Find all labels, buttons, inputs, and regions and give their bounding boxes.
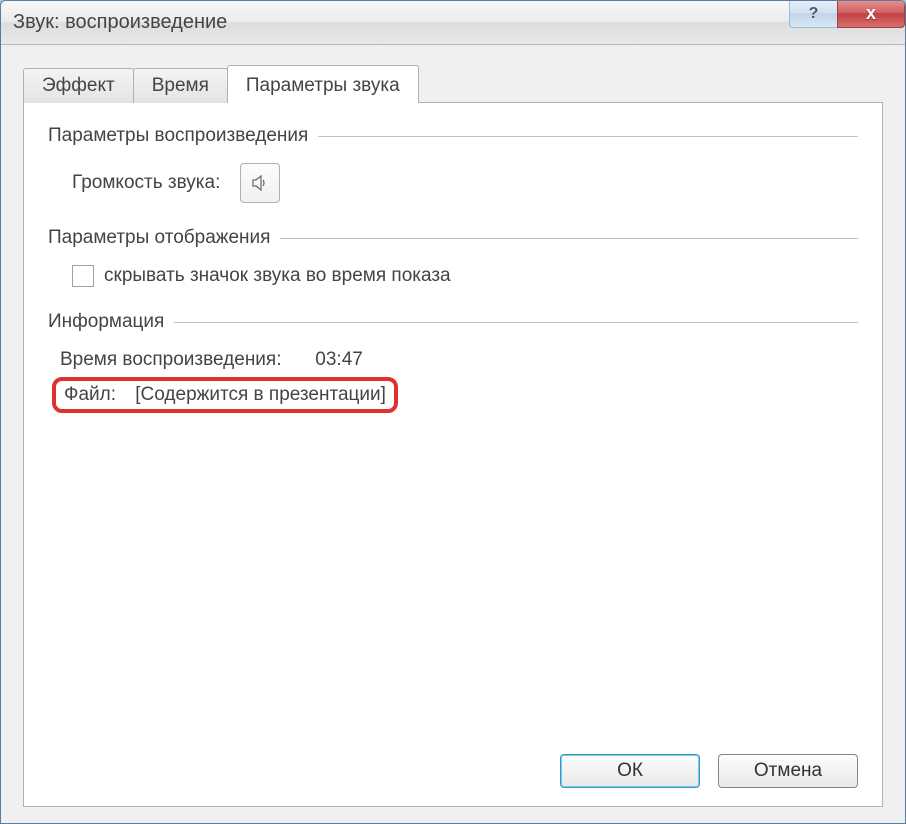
file-value: [Содержится в презентации] (135, 384, 386, 405)
close-icon: x (866, 3, 876, 24)
tab-effect[interactable]: Эффект (23, 68, 134, 103)
window-body: Эффект Время Параметры звука Параметры в… (1, 45, 905, 823)
tab-panel: Параметры воспроизведения Громкость звук… (23, 102, 883, 807)
divider (174, 322, 858, 323)
group-playback-content: Громкость звука: (48, 163, 858, 203)
tab-strip: Эффект Время Параметры звука (23, 65, 883, 103)
group-info-header: Информация (48, 311, 858, 333)
tab-timing[interactable]: Время (133, 68, 228, 103)
group-info-content: Время воспроизведения: 03:47 Файл: [Соде… (48, 349, 858, 419)
group-display-header: Параметры отображения (48, 227, 858, 249)
duration-value: 03:47 (315, 349, 363, 370)
divider (280, 238, 858, 239)
window-title: Звук: воспроизведение (13, 11, 227, 34)
group-display-content: скрывать значок звука во время показа (48, 265, 858, 287)
speaker-icon (250, 173, 270, 193)
spacer (48, 419, 858, 740)
duration-row: Время воспроизведения: 03:47 (60, 349, 858, 371)
group-title: Информация (48, 311, 164, 333)
button-label: Отмена (754, 760, 822, 781)
highlight-annotation: Файл: [Содержится в презентации] (52, 377, 398, 413)
volume-button[interactable] (240, 163, 280, 203)
tab-label: Эффект (42, 75, 115, 96)
dialog-buttons: ОК Отмена (48, 740, 858, 788)
group-title: Параметры отображения (48, 227, 270, 249)
help-button[interactable]: ? (789, 0, 837, 28)
group-playback-header: Параметры воспроизведения (48, 125, 858, 147)
hide-icon-label: скрывать значок звука во время показа (104, 265, 451, 287)
tab-label: Время (152, 75, 209, 96)
duration-label: Время воспроизведения: (60, 349, 310, 371)
cancel-button[interactable]: Отмена (718, 754, 858, 788)
button-label: ОК (617, 760, 643, 781)
file-row: Файл: [Содержится в презентации] (60, 377, 858, 413)
divider (318, 136, 858, 137)
tab-label: Параметры звука (246, 75, 400, 96)
tab-sound-settings[interactable]: Параметры звука (227, 65, 419, 103)
titlebar-buttons: ? x (789, 1, 905, 28)
file-label: Файл: (64, 384, 116, 406)
help-icon: ? (809, 5, 819, 23)
ok-button[interactable]: ОК (560, 754, 700, 788)
hide-icon-checkbox[interactable] (72, 265, 94, 287)
titlebar: Звук: воспроизведение ? x (1, 1, 905, 45)
volume-label: Громкость звука: (72, 172, 220, 194)
dialog-window: Звук: воспроизведение ? x Эффект Время П… (0, 0, 906, 824)
group-title: Параметры воспроизведения (48, 125, 308, 147)
close-button[interactable]: x (837, 0, 905, 28)
